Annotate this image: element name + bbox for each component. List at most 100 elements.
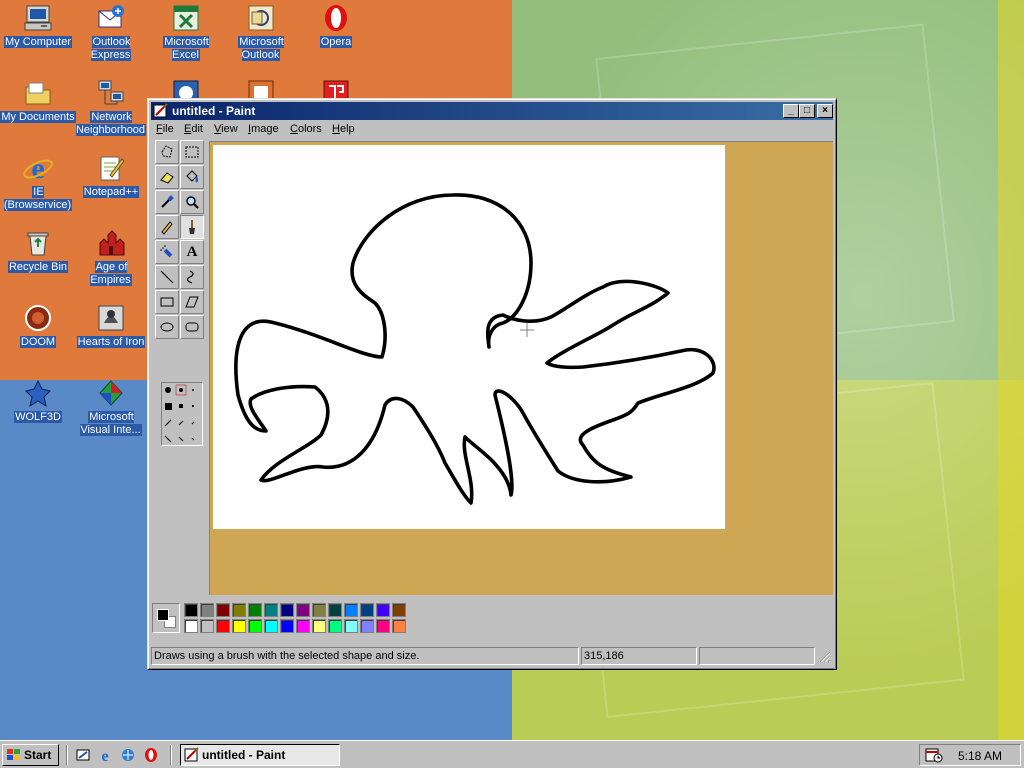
palette-swatch[interactable] bbox=[344, 603, 358, 617]
desktop-icon-excel[interactable]: Microsoft Excel bbox=[148, 2, 224, 62]
wallpaper-edge bbox=[998, 0, 1024, 740]
canvas-workspace[interactable] bbox=[209, 141, 833, 595]
desktop-icon-my-computer[interactable]: My Computer bbox=[0, 2, 76, 49]
menu-view[interactable]: View bbox=[214, 123, 238, 135]
taskbar-button-paint[interactable]: untitled - Paint bbox=[180, 744, 340, 766]
internet-explorer-icon[interactable]: e bbox=[97, 747, 113, 763]
menu-help-hotkey: H bbox=[332, 123, 340, 135]
palette-swatch[interactable] bbox=[360, 619, 374, 633]
menu-help[interactable]: Help bbox=[332, 123, 355, 135]
palette-swatch[interactable] bbox=[280, 619, 294, 633]
palette-swatch[interactable] bbox=[200, 603, 214, 617]
desktop-icon-outlook-express[interactable]: Outlook Express bbox=[73, 2, 149, 62]
menu-edit[interactable]: Edit bbox=[184, 123, 203, 135]
opera-icon[interactable] bbox=[143, 747, 159, 763]
paint-window[interactable]: untitled - Paint _ □ × File Edit View Im… bbox=[147, 98, 837, 670]
brush-options[interactable] bbox=[161, 382, 203, 446]
tool-polygon[interactable] bbox=[180, 290, 204, 314]
tool-rounded-rectangle[interactable] bbox=[180, 315, 204, 339]
desktop-icon-opera[interactable]: Opera bbox=[298, 2, 374, 49]
tool-airbrush[interactable] bbox=[155, 240, 179, 264]
scheduler-icon[interactable] bbox=[925, 747, 943, 763]
palette-swatch[interactable] bbox=[328, 619, 342, 633]
clock[interactable]: 5:18 AM bbox=[958, 749, 1002, 763]
desktop-icon-wolf3d[interactable]: WOLF3D bbox=[0, 377, 76, 424]
palette-swatch[interactable] bbox=[216, 603, 230, 617]
drawing-canvas[interactable] bbox=[213, 145, 725, 529]
brush-shapes bbox=[164, 384, 195, 443]
title-bar[interactable]: untitled - Paint _ □ × bbox=[151, 102, 833, 120]
menu-image[interactable]: Image bbox=[248, 123, 279, 135]
hearts-of-iron-icon bbox=[95, 302, 127, 334]
desktop-icon-my-documents[interactable]: My Documents bbox=[0, 77, 76, 124]
status-bar: Draws using a brush with the selected sh… bbox=[151, 646, 833, 666]
menu-edit-label: dit bbox=[191, 123, 203, 135]
tool-pick-color[interactable] bbox=[155, 190, 179, 214]
tool-text[interactable]: A bbox=[180, 240, 204, 264]
palette-swatch[interactable] bbox=[264, 603, 278, 617]
start-button[interactable]: Start bbox=[2, 744, 59, 766]
palette-swatch[interactable] bbox=[344, 619, 358, 633]
tool-brush[interactable] bbox=[180, 215, 204, 239]
tool-rectangle[interactable] bbox=[155, 290, 179, 314]
close-button[interactable]: × bbox=[817, 104, 833, 118]
palette-swatch[interactable] bbox=[200, 619, 214, 633]
desktop-icon-network-neighborhood[interactable]: Network Neighborhood bbox=[73, 77, 149, 137]
tool-magnifier[interactable] bbox=[180, 190, 204, 214]
outlook-express-icon bbox=[95, 2, 127, 34]
desktop-icon-recycle-bin[interactable]: Recycle Bin bbox=[0, 227, 76, 274]
palette-swatch[interactable] bbox=[264, 619, 278, 633]
palette-swatch[interactable] bbox=[184, 619, 198, 633]
palette-swatch[interactable] bbox=[232, 619, 246, 633]
resize-grip-icon[interactable] bbox=[819, 651, 831, 663]
palette-swatch[interactable] bbox=[296, 603, 310, 617]
current-colors[interactable] bbox=[152, 603, 180, 633]
tool-fill[interactable] bbox=[180, 165, 204, 189]
palette-swatch[interactable] bbox=[248, 603, 262, 617]
palette-swatch[interactable] bbox=[280, 603, 294, 617]
show-desktop-icon[interactable] bbox=[75, 747, 91, 763]
palette-swatch[interactable] bbox=[328, 603, 342, 617]
tool-ellipse[interactable] bbox=[155, 315, 179, 339]
desktop-icon-doom[interactable]: DOOM bbox=[0, 302, 76, 349]
color-palette bbox=[151, 601, 833, 639]
tool-pencil[interactable] bbox=[155, 215, 179, 239]
desktop-icon-hearts-of-iron[interactable]: Hearts of Iron bbox=[73, 302, 149, 349]
palette-swatch[interactable] bbox=[312, 619, 326, 633]
tool-eraser[interactable] bbox=[155, 165, 179, 189]
palette-swatch[interactable] bbox=[392, 619, 406, 633]
maximize-button[interactable]: □ bbox=[799, 104, 815, 118]
palette-swatch[interactable] bbox=[248, 619, 262, 633]
desktop-icon-label: Microsoft Outlook bbox=[238, 36, 284, 61]
palette-swatch[interactable] bbox=[376, 619, 390, 633]
palette-swatch[interactable] bbox=[312, 603, 326, 617]
channels-icon[interactable] bbox=[120, 747, 136, 763]
palette-swatch[interactable] bbox=[216, 619, 230, 633]
tool-curve[interactable] bbox=[180, 265, 204, 289]
desktop-icon-notepad-plus-plus[interactable]: Notepad++ bbox=[73, 152, 149, 199]
menu-file[interactable]: File bbox=[156, 123, 174, 135]
foreground-color[interactable] bbox=[157, 609, 169, 621]
magnifier-icon bbox=[186, 196, 199, 209]
tool-free-form-select[interactable] bbox=[155, 140, 179, 164]
desktop-icon-ie-browservice[interactable]: e IE (Browservice) bbox=[0, 152, 76, 212]
menu-file-label: ile bbox=[162, 123, 174, 135]
tool-line[interactable] bbox=[155, 265, 179, 289]
palette-swatch[interactable] bbox=[296, 619, 310, 633]
octopus-drawing bbox=[234, 193, 716, 505]
desktop-icon-age-of-empires[interactable]: Age of Empires bbox=[73, 227, 149, 287]
palette-swatch[interactable] bbox=[376, 603, 390, 617]
menu-colors[interactable]: Colors bbox=[290, 123, 322, 135]
palette-swatch[interactable] bbox=[232, 603, 246, 617]
desktop-icon-visual-interdev[interactable]: Microsoft Visual Inte... bbox=[73, 377, 149, 437]
palette-swatch[interactable] bbox=[184, 603, 198, 617]
tool-rectangle-select[interactable] bbox=[180, 140, 204, 164]
desktop-icon-label: Opera bbox=[319, 36, 353, 48]
palette-swatch[interactable] bbox=[392, 603, 406, 617]
minimize-button[interactable]: _ bbox=[783, 104, 799, 118]
desktop-icon-outlook[interactable]: Microsoft Outlook bbox=[223, 2, 299, 62]
color-picker-icon bbox=[161, 195, 174, 208]
rectangle-select-icon bbox=[185, 146, 199, 158]
menu-image-label: mage bbox=[251, 123, 279, 135]
palette-swatch[interactable] bbox=[360, 603, 374, 617]
